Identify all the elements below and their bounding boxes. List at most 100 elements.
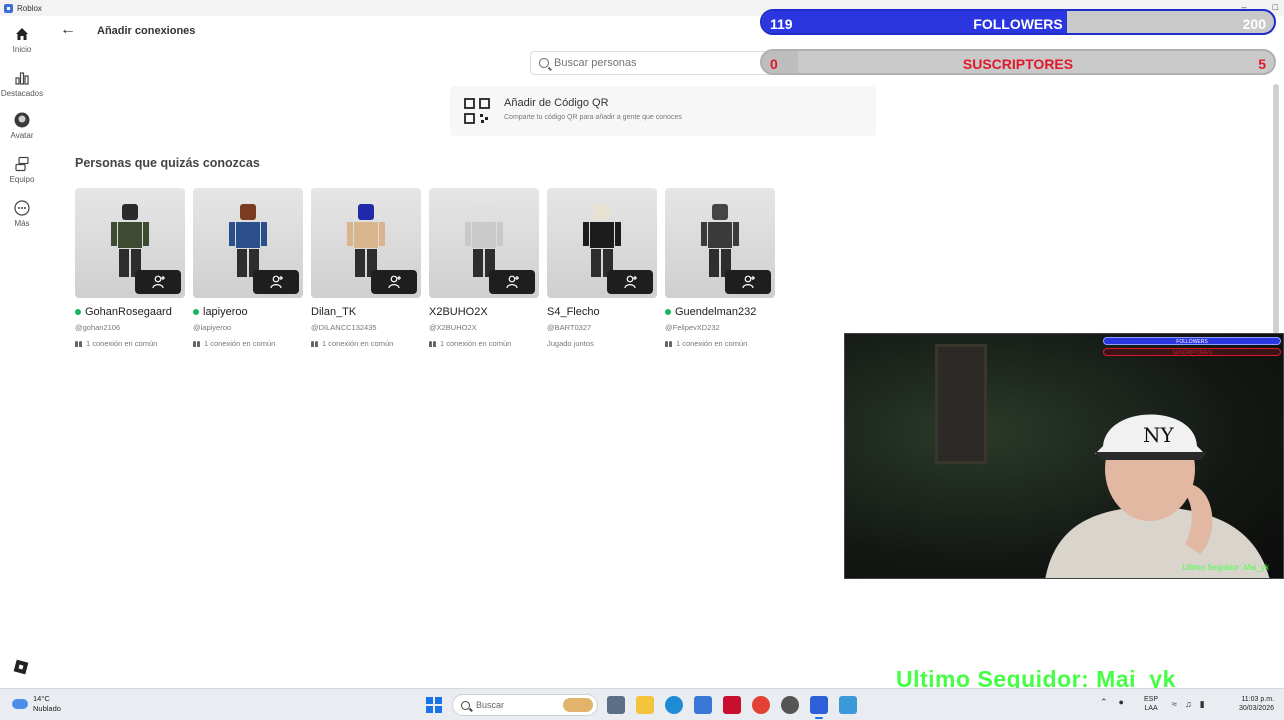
person-card[interactable]: GohanRosegaard @gohan2106 1 conexión en co… — [75, 188, 185, 348]
add-user-icon — [506, 275, 519, 289]
mini-subscribers-bar: SUSCRIPTORES — [1103, 348, 1281, 356]
people-icon — [311, 340, 319, 347]
person-avatar[interactable] — [193, 188, 303, 298]
home-icon — [16, 28, 28, 40]
webcam-feed: NY FOLLOWERS SUSCRIPTORES Ultimo Seguido… — [844, 333, 1284, 579]
add-user-icon — [742, 275, 755, 289]
add-friend-button[interactable] — [489, 270, 535, 294]
person-meta: 1 conexión en común — [429, 339, 539, 348]
person-handle: @lapiyeroo — [193, 323, 232, 332]
person-card[interactable]: Guendelman232 @FelipevXD232 1 conexión en … — [665, 188, 775, 348]
person-name-row[interactable]: Dilan_TK — [311, 306, 421, 318]
followers-goal-bar: FOLLOWERS 119 200 — [760, 9, 1276, 35]
person-name: S4_Flecho — [547, 306, 600, 318]
nav-more[interactable]: Más — [0, 200, 44, 228]
streamer-figure: NY — [1045, 414, 1270, 578]
people-icon — [193, 340, 201, 347]
online-status-icon — [193, 309, 199, 315]
person-name-row[interactable]: X2BUHO2X — [429, 306, 539, 318]
battery-icon[interactable]: ▮ — [1200, 699, 1205, 710]
obs-icon[interactable] — [781, 696, 799, 714]
person-avatar[interactable] — [665, 188, 775, 298]
person-name: X2BUHO2X — [429, 306, 488, 318]
person-name-row[interactable]: S4_Flecho — [547, 306, 657, 318]
person-name-row[interactable]: lapiyeroo — [193, 306, 303, 318]
store-icon[interactable] — [694, 696, 712, 714]
qr-add-card[interactable]: Añadir de Código QR Comparte tu código Q… — [450, 86, 876, 136]
person-handle: @gohan2106 — [75, 323, 121, 332]
nav-home-label: Inicio — [12, 45, 32, 54]
person-meta-text: 1 conexión en común — [86, 339, 158, 348]
person-handle: @X2BUHO2X — [429, 323, 477, 332]
wifi-icon[interactable]: ≈ — [1172, 699, 1177, 710]
person-card[interactable]: lapiyeroo @lapiyeroo 1 conexión en común — [193, 188, 303, 348]
person-meta: 1 conexión en común — [665, 339, 775, 348]
person-meta-text: 1 conexión en común — [204, 339, 276, 348]
clock[interactable]: 11:03 p.m. 30/03/2026 — [1226, 695, 1274, 713]
file-explorer-icon[interactable] — [636, 696, 654, 714]
followers-goal-target: 200 — [1242, 16, 1266, 32]
person-meta: 1 conexión en común — [311, 339, 421, 348]
weather-desc: Nublado — [33, 704, 61, 713]
add-friend-button[interactable] — [135, 270, 181, 294]
person-meta-text: 1 conexión en común — [322, 339, 394, 348]
person-card[interactable]: Dilan_TK @DILANCC132435 1 conexión en comú… — [311, 188, 421, 348]
edge-browser-icon[interactable] — [665, 696, 683, 714]
photos-icon[interactable] — [839, 696, 857, 714]
app-red-icon[interactable] — [723, 696, 741, 714]
roblox-logo-icon — [4, 3, 13, 13]
nav-home[interactable]: Inicio — [0, 26, 44, 54]
person-avatar[interactable] — [429, 188, 539, 298]
person-meta: 1 conexión en común — [193, 339, 303, 348]
chrome-icon[interactable] — [752, 696, 770, 714]
subscribers-goal-bar: SUSCRIPTORES 0 5 — [760, 49, 1276, 75]
weather-widget[interactable]: 14°C Nublado — [12, 694, 61, 714]
add-friend-button[interactable] — [725, 270, 771, 294]
add-friend-button[interactable] — [607, 270, 653, 294]
wall-poster — [935, 344, 987, 464]
language-indicator[interactable]: ESP LAA — [1144, 695, 1158, 713]
search-icon — [461, 700, 470, 710]
nav-featured[interactable]: Destacados — [0, 70, 44, 98]
taskbar: 14°C Nublado Buscar ⌃ ● ESP LAA ≈ ♫ ▮ 11… — [0, 688, 1284, 720]
avatar-icon — [14, 112, 30, 128]
subscribers-goal-target: 5 — [1258, 56, 1266, 72]
people-icon — [429, 340, 437, 347]
nav-avatar-label: Avatar — [10, 131, 34, 140]
window-title: Roblox — [17, 3, 42, 13]
person-card[interactable]: X2BUHO2X @X2BUHO2X 1 conexión en común — [429, 188, 539, 348]
people-icon — [75, 340, 83, 347]
chevron-up-icon[interactable]: ⌃ — [1100, 697, 1108, 708]
clock-date: 30/03/2026 — [1238, 705, 1274, 712]
person-avatar[interactable] — [547, 188, 657, 298]
scrollbar[interactable] — [1273, 84, 1279, 334]
task-view-icon[interactable] — [607, 696, 625, 714]
clock-time: 11:03 p.m. — [1241, 696, 1274, 703]
person-card[interactable]: S4_Flecho @BART0327 Jugado juntos — [547, 188, 657, 348]
search-input[interactable] — [554, 57, 774, 69]
person-avatar[interactable] — [311, 188, 421, 298]
tray-icons: ≈ ♫ ▮ — [1172, 699, 1205, 710]
person-name-row[interactable]: Guendelman232 — [665, 306, 775, 318]
nav-team[interactable]: Equipo — [0, 156, 44, 184]
followers-goal-current: 119 — [770, 16, 793, 32]
nav-more-label: Más — [14, 219, 30, 228]
nav-avatar[interactable]: Avatar — [0, 112, 44, 140]
add-friend-button[interactable] — [253, 270, 299, 294]
mini-followers-bar: FOLLOWERS — [1103, 337, 1281, 345]
person-avatar[interactable] — [75, 188, 185, 298]
person-meta-text: Jugado juntos — [547, 339, 594, 348]
system-tray: ⌃ ● — [1100, 697, 1124, 708]
microphone-icon[interactable]: ● — [1119, 697, 1124, 708]
taskbar-search[interactable]: Buscar — [452, 694, 598, 716]
volume-icon[interactable]: ♫ — [1185, 699, 1192, 710]
add-user-icon — [270, 275, 283, 289]
person-handle: @BART0327 — [547, 323, 592, 332]
svg-text:NY: NY — [1143, 423, 1175, 447]
person-meta: Jugado juntos — [547, 339, 657, 348]
add-friend-button[interactable] — [371, 270, 417, 294]
person-name-row[interactable]: GohanRosegaard — [75, 306, 185, 318]
back-arrow-icon[interactable]: ← — [60, 22, 76, 38]
windows-start-icon[interactable] — [426, 697, 442, 713]
roblox-taskbar-icon[interactable] — [810, 696, 828, 719]
